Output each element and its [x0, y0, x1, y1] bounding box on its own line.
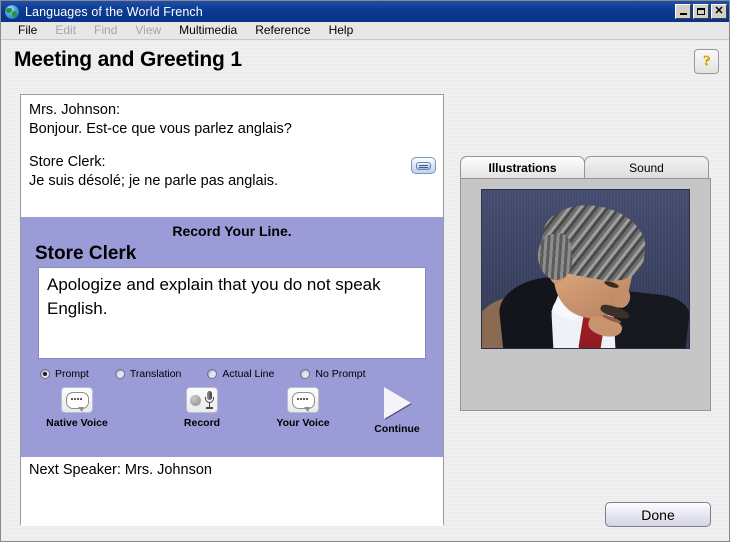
- speech-bubble-icon: [416, 161, 431, 170]
- menu-view: View: [135, 23, 162, 37]
- action-button-row: Native Voice Record Your Voice Continue: [21, 387, 443, 445]
- dialogue-spacer: [29, 139, 435, 153]
- window-controls: ✕: [675, 4, 727, 19]
- tab-sound[interactable]: Sound: [584, 156, 709, 178]
- radio-prompt[interactable]: Prompt: [40, 368, 89, 380]
- radio-actual-line-label: Actual Line: [222, 368, 275, 380]
- prompt-mode-radio-group: Prompt Translation Actual Line No Prompt: [40, 368, 443, 380]
- menu-find: Find: [94, 23, 118, 37]
- tab-illustrations[interactable]: Illustrations: [460, 156, 585, 178]
- dialogue-text-1: Bonjour. Est-ce que vous parlez anglais?: [29, 121, 292, 137]
- radio-dot-icon: [300, 369, 311, 379]
- radio-no-prompt-label: No Prompt: [315, 368, 366, 380]
- dialogue-text-2: Je suis désolé; je ne parle pas anglais.: [29, 173, 279, 189]
- radio-prompt-label: Prompt: [55, 368, 89, 380]
- menu-multimedia[interactable]: Multimedia: [170, 22, 246, 39]
- menu-bar: File Edit Find View Multimedia Reference…: [1, 22, 729, 40]
- radio-actual-line[interactable]: Actual Line: [207, 368, 274, 380]
- minimize-button[interactable]: [675, 4, 691, 19]
- menu-reference[interactable]: Reference: [246, 22, 319, 39]
- continue-button[interactable]: Continue: [349, 387, 445, 435]
- window-title: Languages of the World French: [25, 4, 203, 19]
- speech-bubble-icon-button[interactable]: [411, 157, 436, 174]
- menu-file[interactable]: File: [9, 22, 46, 39]
- dialogue-box: Mrs. Johnson: Bonjour. Est-ce que vous p…: [21, 95, 443, 217]
- close-button[interactable]: ✕: [711, 4, 727, 19]
- radio-dot-icon: [40, 369, 50, 379]
- illustration-image: [481, 189, 690, 349]
- your-voice-label: Your Voice: [276, 417, 330, 429]
- radio-no-prompt[interactable]: No Prompt: [300, 368, 366, 380]
- record-speaker-name: Store Clerk: [35, 243, 137, 264]
- menu-help[interactable]: Help: [320, 22, 363, 39]
- speech-bubble-icon: [61, 387, 93, 413]
- menu-edit: Edit: [55, 23, 77, 37]
- play-triangle-icon: [377, 387, 417, 419]
- application-window: Languages of the World French ✕ File Edi…: [0, 0, 730, 542]
- radio-dot-icon: [114, 369, 125, 379]
- question-mark-icon: ?: [702, 53, 711, 69]
- lesson-panel: Mrs. Johnson: Bonjour. Est-ce que vous p…: [20, 94, 444, 526]
- record-panel: Record Your Line. Store Clerk Apologize …: [21, 217, 443, 457]
- native-voice-button[interactable]: Native Voice: [29, 387, 125, 429]
- title-bar: Languages of the World French ✕: [1, 1, 729, 22]
- microphone-icon: [186, 387, 218, 413]
- done-button[interactable]: Done: [605, 502, 711, 527]
- radio-translation[interactable]: Translation: [114, 368, 182, 380]
- native-voice-label: Native Voice: [46, 417, 108, 429]
- prompt-text-box: Apologize and explain that you do not sp…: [38, 267, 426, 359]
- record-heading: Record Your Line.: [172, 223, 292, 239]
- media-panel: [460, 178, 711, 411]
- continue-label: Continue: [374, 423, 420, 435]
- dialogue-speaker-1: Mrs. Johnson:: [29, 102, 121, 118]
- help-button[interactable]: ?: [694, 49, 719, 74]
- your-voice-button[interactable]: Your Voice: [255, 387, 351, 429]
- globe-icon: [5, 4, 19, 19]
- maximize-button[interactable]: [693, 4, 709, 19]
- radio-dot-icon: [207, 369, 218, 379]
- record-button[interactable]: Record: [154, 387, 250, 429]
- radio-translation-label: Translation: [129, 368, 182, 380]
- record-label: Record: [183, 417, 221, 429]
- media-tabs: Illustrations Sound: [460, 156, 711, 178]
- speech-bubble-icon: [287, 387, 319, 413]
- next-speaker-box: Next Speaker: Mrs. Johnson: [21, 457, 443, 526]
- page-title: Meeting and Greeting 1: [14, 48, 242, 71]
- dialogue-speaker-2: Store Clerk:: [29, 154, 106, 170]
